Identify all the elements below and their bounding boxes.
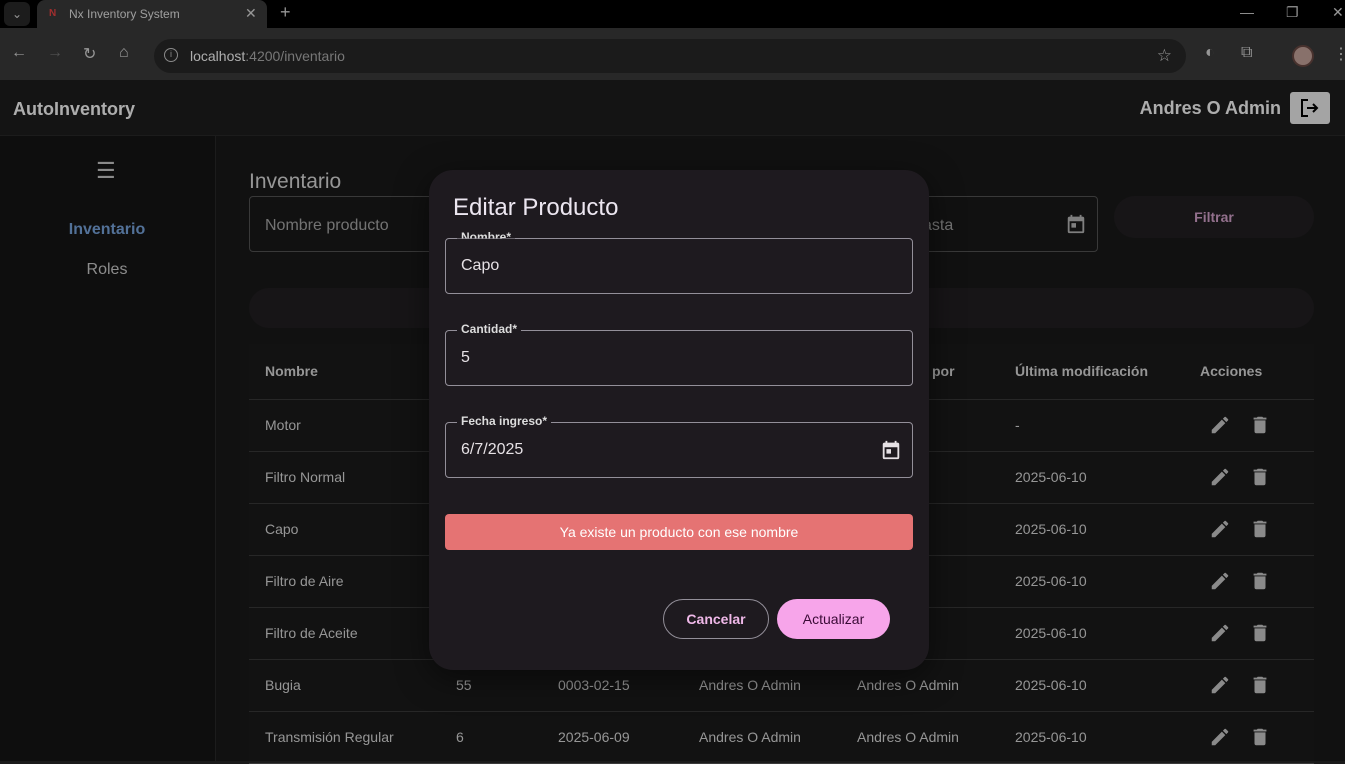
- error-message: Ya existe un producto con ese nombre: [445, 514, 913, 550]
- cantidad-field[interactable]: Cantidad* 5: [445, 322, 913, 386]
- fecha-ingreso-label: Fecha ingreso*: [457, 414, 552, 428]
- fecha-ingreso-field[interactable]: Fecha ingreso* 6/7/2025: [445, 414, 913, 478]
- dialog-title: Editar Producto: [453, 194, 619, 221]
- edit-product-dialog: Editar Producto Nombre* Capo Cantidad* 5…: [429, 170, 929, 670]
- fecha-ingreso-value: 6/7/2025: [461, 441, 524, 458]
- cancel-button[interactable]: Cancelar: [663, 599, 769, 639]
- calendar-icon[interactable]: [880, 439, 902, 461]
- nombre-field[interactable]: Nombre* Capo: [445, 230, 913, 294]
- update-button[interactable]: Actualizar: [777, 599, 890, 639]
- nombre-label: Nombre*: [457, 230, 516, 239]
- cantidad-label: Cantidad*: [457, 322, 522, 336]
- nombre-value: Capo: [461, 257, 500, 274]
- cantidad-value: 5: [461, 349, 470, 366]
